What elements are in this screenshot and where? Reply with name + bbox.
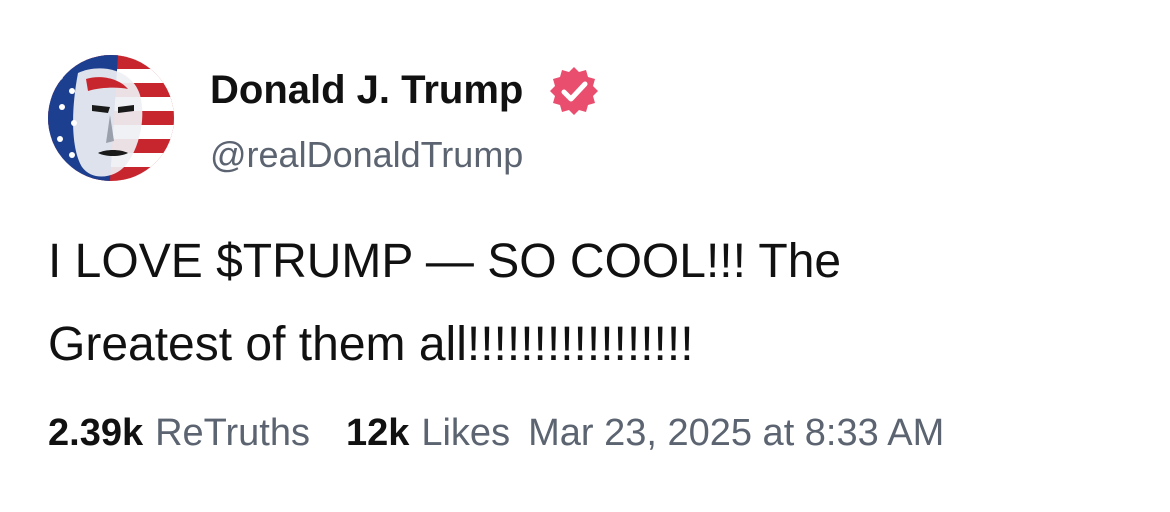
likes-label[interactable]: Likes <box>421 410 510 456</box>
verified-check-icon <box>548 65 600 117</box>
retruths-count[interactable]: 2.39k <box>48 410 143 456</box>
post-body: I LOVE $TRUMP — SO COOL!!! The Greatest … <box>48 220 1128 386</box>
retruths-label[interactable]: ReTruths <box>155 410 310 456</box>
avatar[interactable] <box>48 55 174 181</box>
likes-count[interactable]: 12k <box>346 410 409 456</box>
author-handle[interactable]: @realDonaldTrump <box>210 133 523 177</box>
author-display-name[interactable]: Donald J. Trump <box>210 66 523 114</box>
post-card: Donald J. Trump @realDonaldTrump I LOVE … <box>0 0 1170 512</box>
post-body-line: I LOVE $TRUMP — SO COOL!!! The <box>48 235 842 288</box>
post-stats: 2.39k ReTruths 12k Likes Mar 23, 2025 at… <box>48 410 944 456</box>
post-timestamp[interactable]: Mar 23, 2025 at 8:33 AM <box>528 410 944 456</box>
post-body-line: Greatest of them all!!!!!!!!!!!!!!!!! <box>48 318 694 371</box>
